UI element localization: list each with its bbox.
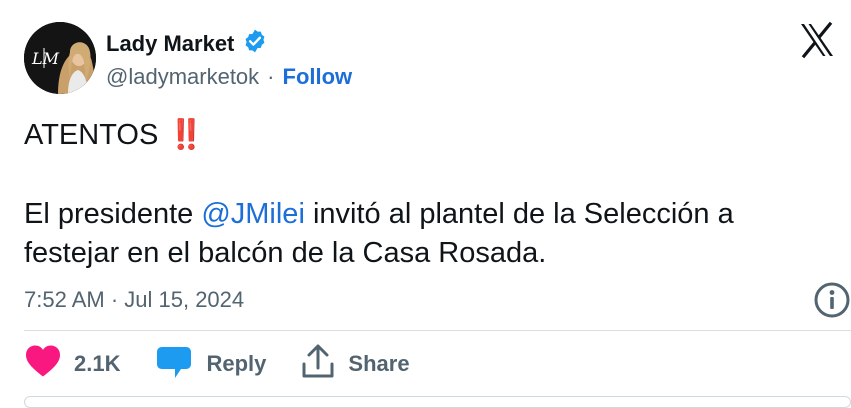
reply-label: Reply (206, 351, 267, 376)
share-button[interactable]: Share (300, 342, 410, 386)
info-icon[interactable] (812, 280, 851, 320)
reply-button[interactable]: Reply (154, 341, 266, 387)
tweet-line-1: ATENTOS ‼️ (24, 116, 814, 155)
tweet-headline: ATENTOS (24, 119, 159, 151)
author-name[interactable]: Lady Market (106, 31, 234, 57)
x-logo-icon[interactable] (797, 20, 837, 60)
avatar-monogram: LM (31, 49, 60, 68)
like-button[interactable]: 2.1K (24, 344, 120, 384)
read-replies-bar[interactable] (24, 396, 851, 408)
double-exclamation-emoji-icon: ‼️ (168, 119, 204, 151)
tweet-line-3: festejar en el balcón de la Casa Rosada. (24, 237, 547, 269)
action-bar: 2.1K Reply Share (24, 341, 410, 387)
speech-bubble-icon (154, 341, 194, 387)
tweet-timestamp[interactable]: 7:52 AM · Jul 15, 2024 (24, 287, 244, 313)
heart-icon (24, 344, 62, 384)
tweet-text-pre: El presidente (24, 198, 202, 230)
mention-link[interactable]: @JMilei (201, 198, 305, 230)
author-handle[interactable]: @ladymarketok (106, 64, 259, 90)
verified-badge-icon (242, 28, 268, 59)
author-avatar[interactable]: LM (24, 22, 96, 94)
share-icon (300, 342, 336, 386)
tweet-text-post: invitó al plantel de la Selección a (304, 198, 734, 230)
tweet-text: ATENTOS ‼️ El presidente @JMilei invitó a… (24, 116, 814, 273)
follow-button[interactable]: Follow (283, 64, 353, 90)
author-handle-row: @ladymarketok · Follow (106, 64, 352, 90)
handle-separator: · (267, 64, 275, 89)
like-count: 2.1K (74, 351, 121, 376)
tweet-embed-card: LM Lady Market @ladymarketok · Follow AT… (0, 0, 851, 408)
divider (24, 330, 851, 331)
author-name-row: Lady Market (106, 28, 268, 59)
tweet-line-2: El presidente @JMilei invitó al plantel … (24, 195, 814, 234)
share-label: Share (348, 351, 410, 376)
